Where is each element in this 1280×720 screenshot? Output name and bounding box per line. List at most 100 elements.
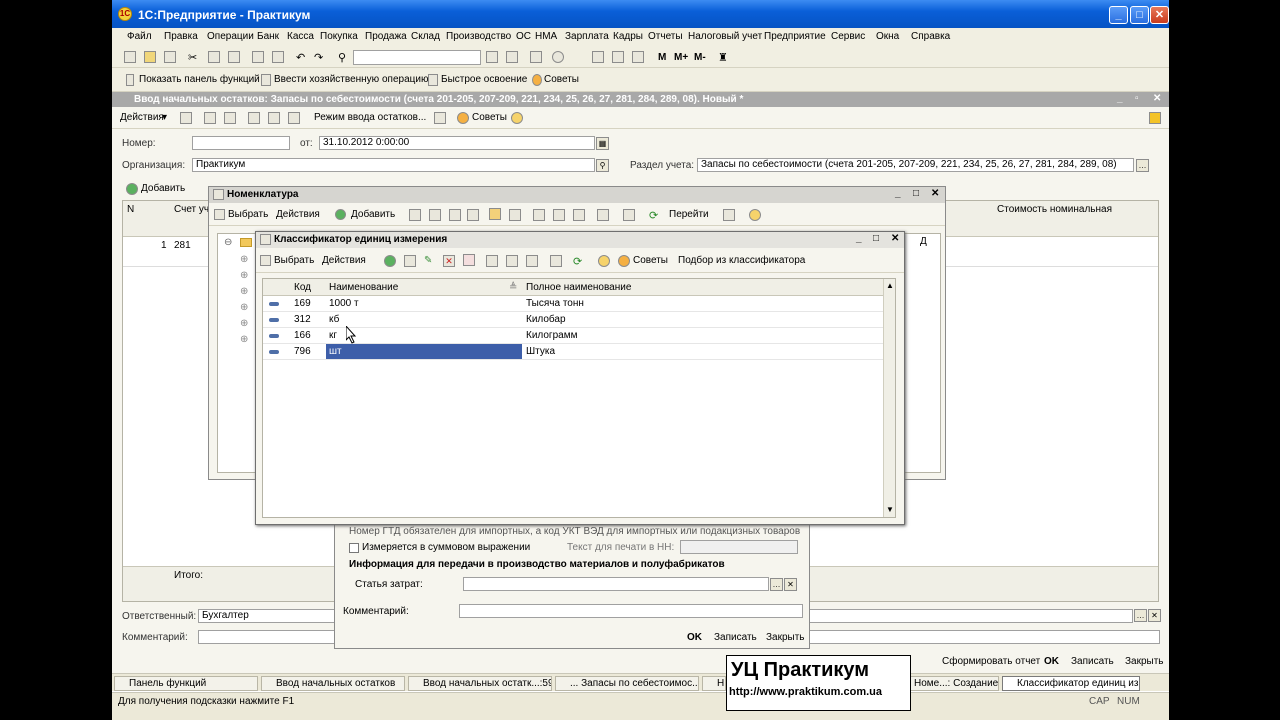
classif-tips-button[interactable]: Советы bbox=[633, 255, 668, 266]
classif-select-button[interactable]: Выбрать bbox=[274, 255, 314, 266]
find-next-icon[interactable] bbox=[486, 51, 498, 63]
tips-button[interactable]: Советы bbox=[544, 74, 579, 85]
warning-icon[interactable] bbox=[1149, 112, 1161, 124]
units-row[interactable]: 169 1000 т Тысяча тонн bbox=[263, 296, 883, 312]
settings-icon[interactable]: ♜ bbox=[718, 51, 730, 64]
classif-copy-icon[interactable] bbox=[404, 255, 416, 267]
paste-icon[interactable] bbox=[228, 51, 240, 63]
copy-icon[interactable] bbox=[208, 51, 220, 63]
classif-filter-value-icon[interactable] bbox=[506, 255, 518, 267]
nomen-clear-filter-icon[interactable] bbox=[597, 209, 609, 221]
menu-sale[interactable]: Продажа bbox=[365, 31, 407, 42]
nomen-actions-menu[interactable]: Действия bbox=[276, 209, 320, 220]
menu-service[interactable]: Сервис bbox=[831, 31, 865, 42]
doc-movements-icon[interactable] bbox=[288, 112, 300, 124]
cost-item-field[interactable] bbox=[463, 577, 769, 591]
scroll-down-icon[interactable]: ▼ bbox=[886, 505, 894, 514]
classif-filter-icon[interactable] bbox=[486, 255, 498, 267]
nomen-add-group-icon[interactable] bbox=[409, 209, 421, 221]
nomen-add-button[interactable]: Добавить bbox=[351, 209, 395, 220]
help-icon[interactable] bbox=[552, 51, 564, 63]
menu-bank[interactable]: Банк bbox=[257, 31, 279, 42]
menu-help[interactable]: Справка bbox=[911, 31, 950, 42]
nomen-delete-icon[interactable] bbox=[467, 209, 479, 221]
col-code-header[interactable]: Код bbox=[294, 282, 311, 293]
doc-copy-icon[interactable] bbox=[224, 112, 236, 124]
search-input[interactable] bbox=[353, 50, 481, 65]
calendar-button[interactable]: ▦ bbox=[596, 137, 609, 150]
close-button[interactable]: ✕ bbox=[1150, 6, 1169, 24]
tree-expand-icon[interactable]: ⊕ bbox=[240, 302, 248, 313]
unit-name[interactable]: кб bbox=[326, 312, 522, 327]
unit-name[interactable]: 1000 т bbox=[326, 296, 522, 311]
nomen-copy-icon[interactable] bbox=[429, 209, 441, 221]
task-n[interactable]: Н bbox=[702, 676, 726, 691]
menu-enterprise[interactable]: Предприятие bbox=[764, 31, 826, 42]
search-icon[interactable]: ⚲ bbox=[338, 51, 350, 64]
doc-structure-icon[interactable] bbox=[268, 112, 280, 124]
classif-mark-delete-icon[interactable] bbox=[463, 254, 475, 266]
card-ok-button[interactable]: OK bbox=[687, 632, 702, 643]
nomen-refresh-icon[interactable]: ⟳ bbox=[649, 209, 661, 222]
classif-minimize-button[interactable]: _ bbox=[856, 233, 862, 244]
show-panel-button[interactable]: Показать панель функций bbox=[139, 74, 260, 85]
print-icon[interactable] bbox=[252, 51, 264, 63]
menu-intangible[interactable]: НМА bbox=[535, 31, 557, 42]
classif-refresh-icon[interactable]: ⟳ bbox=[573, 255, 585, 268]
classif-actions-menu[interactable]: Действия bbox=[322, 255, 366, 266]
memory-plus-button[interactable]: M+ bbox=[674, 52, 688, 63]
ok-button[interactable]: OK bbox=[1044, 656, 1059, 667]
menu-production[interactable]: Производство bbox=[446, 31, 511, 42]
menu-reports[interactable]: Отчеты bbox=[648, 31, 683, 42]
units-row[interactable]: 796 шт Штука bbox=[263, 344, 883, 360]
tree-expand-icon[interactable]: ⊕ bbox=[240, 270, 248, 281]
units-scrollbar[interactable]: ▲ ▼ bbox=[883, 279, 895, 517]
classif-filter-list-icon[interactable] bbox=[526, 255, 538, 267]
redo-icon[interactable]: ↷ bbox=[314, 51, 326, 64]
pick-from-classifier-button[interactable]: Подбор из классификатора bbox=[678, 255, 805, 266]
add-row-button[interactable]: Добавить bbox=[141, 183, 185, 194]
organization-field[interactable]: Практикум bbox=[192, 158, 595, 172]
col-name-header[interactable]: Наименование bbox=[329, 282, 398, 293]
unit-name[interactable]: шт bbox=[326, 344, 522, 359]
doc-minimize-button[interactable]: _ bbox=[1117, 93, 1123, 104]
classif-add-icon[interactable] bbox=[384, 255, 396, 267]
menu-fixed-assets[interactable]: ОС bbox=[516, 31, 531, 42]
tree-expand-icon[interactable]: ⊕ bbox=[240, 318, 248, 329]
resp-clear-button[interactable]: ✕ bbox=[1148, 609, 1161, 622]
new-icon[interactable] bbox=[124, 51, 136, 63]
nomen-list-settings-icon[interactable] bbox=[723, 209, 735, 221]
cut-icon[interactable]: ✂ bbox=[188, 51, 200, 64]
section-field[interactable]: Запасы по себестоимости (счета 201-205, … bbox=[697, 158, 1134, 172]
task-inventory-cost[interactable]: ... Запасы по себестоимос... bbox=[555, 676, 699, 691]
col-fullname-header[interactable]: Полное наименование bbox=[526, 282, 631, 293]
doc-restore-button[interactable]: ▫ bbox=[1135, 93, 1139, 104]
classif-close-button[interactable]: ✕ bbox=[891, 233, 899, 244]
undo-icon[interactable]: ↶ bbox=[296, 51, 308, 64]
cost-clear-button[interactable]: ✕ bbox=[784, 578, 797, 591]
calculator-icon[interactable] bbox=[592, 51, 604, 63]
nomen-maximize-button[interactable]: □ bbox=[913, 188, 919, 199]
enter-operation-button[interactable]: Ввести хозяйственную операцию bbox=[274, 74, 428, 85]
tree-expand-icon[interactable]: ⊕ bbox=[240, 334, 248, 345]
nomen-help-icon[interactable] bbox=[749, 209, 761, 221]
tree-expand-icon[interactable]: ⊕ bbox=[240, 286, 248, 297]
tree-collapse-icon[interactable]: ⊖ bbox=[224, 237, 232, 248]
doc-close-button[interactable]: ✕ bbox=[1153, 93, 1161, 104]
memory-button[interactable]: M bbox=[658, 52, 666, 63]
classif-help-icon[interactable] bbox=[598, 255, 610, 267]
menu-operations[interactable]: Операции bbox=[207, 31, 254, 42]
input-mode-button[interactable]: Режим ввода остатков... bbox=[314, 112, 426, 123]
calendar-icon[interactable] bbox=[612, 51, 624, 63]
find-prev-icon[interactable] bbox=[506, 51, 518, 63]
menu-tax[interactable]: Налоговый учет bbox=[688, 31, 762, 42]
menu-salary[interactable]: Зарплата bbox=[565, 31, 609, 42]
menu-windows[interactable]: Окна bbox=[876, 31, 899, 42]
nomen-filter-value-icon[interactable] bbox=[553, 209, 565, 221]
menu-purchase[interactable]: Покупка bbox=[320, 31, 358, 42]
task-nomenclature-create[interactable]: Номе...: Создание * bbox=[899, 676, 999, 691]
task-initial-balances-59[interactable]: Ввод начальных остатк...:59 bbox=[408, 676, 552, 691]
doc-tips-button[interactable]: Советы bbox=[472, 112, 507, 123]
menu-edit[interactable]: Правка bbox=[164, 31, 198, 42]
maximize-button[interactable]: □ bbox=[1130, 6, 1149, 24]
